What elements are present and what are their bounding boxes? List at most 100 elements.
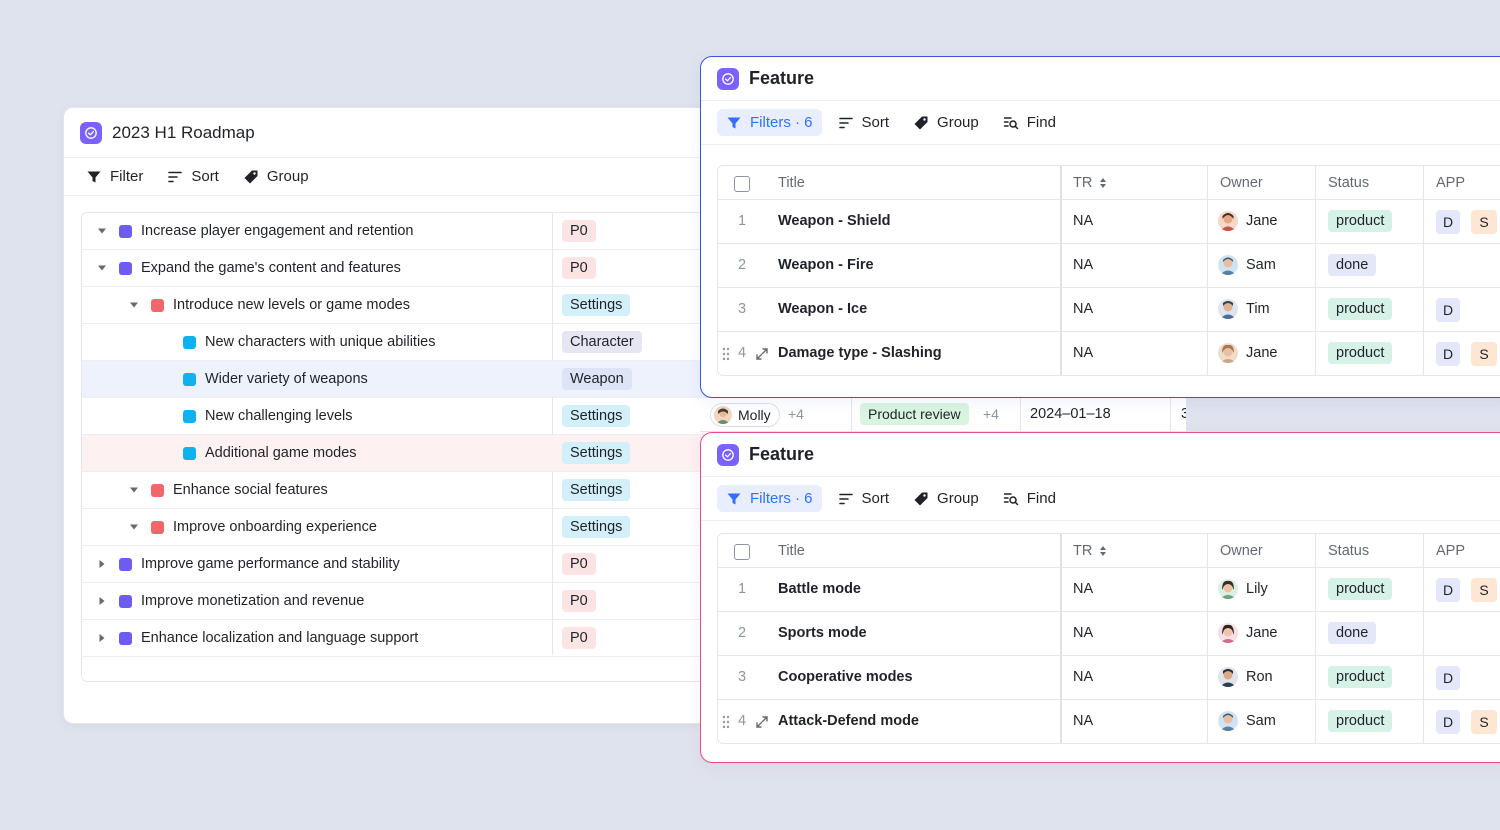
group-button[interactable]: Group xyxy=(913,490,979,507)
status-badge[interactable]: product xyxy=(1328,710,1393,732)
filters-button[interactable]: Filters · 6 xyxy=(717,485,822,512)
status-badge[interactable]: product xyxy=(1328,210,1393,232)
app-badge-d[interactable]: D xyxy=(1436,666,1460,690)
owner-cell[interactable]: Sam xyxy=(1218,255,1276,275)
filter-button[interactable]: Filter xyxy=(86,168,143,185)
table-row[interactable]: 3 Cooperative modes NA Ron product D xyxy=(718,656,1500,700)
status-badge[interactable]: product xyxy=(1328,666,1393,688)
app-badge-d[interactable]: D xyxy=(1436,210,1460,234)
status-badge[interactable]: product xyxy=(1328,342,1393,364)
column-owner[interactable]: Owner xyxy=(1220,175,1263,191)
tree-row[interactable]: New characters with unique abilities Cha… xyxy=(82,324,782,361)
background-table-row[interactable]: Molly +4 Product review +4 2024–01–18 3 xyxy=(700,398,1186,432)
drag-handle-icon[interactable] xyxy=(722,347,730,361)
column-app[interactable]: APP xyxy=(1436,543,1465,559)
find-label: Find xyxy=(1026,114,1056,131)
app-badge-s[interactable]: S xyxy=(1471,710,1497,734)
status-badge[interactable]: product xyxy=(1328,578,1393,600)
select-all-checkbox[interactable] xyxy=(734,176,750,192)
tree-row[interactable]: Expand the game's content and features P… xyxy=(82,250,782,287)
table-row[interactable]: 4 Damage type - Slashing NA Jane product… xyxy=(718,332,1500,375)
app-badge-d[interactable]: D xyxy=(1436,342,1460,366)
tree-row[interactable]: Introduce new levels or game modes Setti… xyxy=(82,287,782,324)
roadmap-tree: Increase player engagement and retention… xyxy=(81,212,782,682)
column-tr[interactable]: TR xyxy=(1073,543,1108,559)
feature-toolbar: Filters · 6 Sort Group Find xyxy=(701,101,1500,145)
group-button[interactable]: Group xyxy=(243,168,309,185)
app-badge-d[interactable]: D xyxy=(1436,298,1460,322)
owner-cell[interactable]: Lily xyxy=(1218,579,1268,599)
sort-button[interactable]: Sort xyxy=(838,114,889,131)
category-tag: Weapon xyxy=(562,368,632,390)
table-row[interactable]: 4 Attack-Defend mode NA Sam product D S xyxy=(718,700,1500,743)
select-all-checkbox[interactable] xyxy=(734,544,750,560)
caret-down-icon[interactable] xyxy=(96,225,108,237)
column-owner[interactable]: Owner xyxy=(1220,543,1263,559)
filters-button[interactable]: Filters · 6 xyxy=(717,109,822,136)
app-badge-s[interactable]: S xyxy=(1471,342,1497,366)
status-badge[interactable]: product xyxy=(1328,298,1393,320)
caret-down-icon[interactable] xyxy=(96,262,108,274)
row-label: Additional game modes xyxy=(205,445,357,461)
stage-tag: Product review xyxy=(860,403,969,425)
row-title[interactable]: Sports mode xyxy=(778,625,867,641)
row-title[interactable]: Weapon - Shield xyxy=(778,213,891,229)
tree-row[interactable]: New challenging levels Settings xyxy=(82,398,782,435)
status-badge[interactable]: done xyxy=(1328,254,1377,276)
caret-right-icon[interactable] xyxy=(96,632,108,644)
find-button[interactable]: Find xyxy=(1003,490,1056,507)
table-row[interactable]: 2 Weapon - Fire NA Sam done xyxy=(718,244,1500,288)
table-row[interactable]: 3 Weapon - Ice NA Tim product D xyxy=(718,288,1500,332)
drag-handle-icon[interactable] xyxy=(722,715,730,729)
app-badge-s[interactable]: S xyxy=(1471,210,1497,234)
column-status[interactable]: Status xyxy=(1328,543,1369,559)
tree-row[interactable]: Improve onboarding experience Settings xyxy=(82,509,782,546)
row-title[interactable]: Weapon - Ice xyxy=(778,301,867,317)
tree-row[interactable]: Wider variety of weapons Weapon xyxy=(82,361,782,398)
row-title[interactable]: Weapon - Fire xyxy=(778,257,874,273)
row-title[interactable]: Damage type - Slashing xyxy=(778,345,942,361)
app-badge-d[interactable]: D xyxy=(1436,578,1460,602)
owner-cell[interactable]: Jane xyxy=(1218,343,1277,363)
owner-cell[interactable]: Sam xyxy=(1218,711,1276,731)
expand-icon[interactable] xyxy=(755,715,769,729)
column-title[interactable]: Title xyxy=(778,175,805,191)
caret-right-icon[interactable] xyxy=(96,595,108,607)
group-button[interactable]: Group xyxy=(913,114,979,131)
tree-row[interactable]: Improve monetization and revenue P0 xyxy=(82,583,782,620)
owner-cell[interactable]: Tim xyxy=(1218,299,1270,319)
category-tag: Settings xyxy=(562,479,631,501)
caret-right-icon[interactable] xyxy=(96,558,108,570)
row-title[interactable]: Attack-Defend mode xyxy=(778,713,919,729)
column-title[interactable]: Title xyxy=(778,543,805,559)
owner-pill[interactable]: Molly xyxy=(710,403,780,427)
find-icon xyxy=(1003,492,1018,505)
column-app[interactable]: APP xyxy=(1436,175,1465,191)
tree-row[interactable]: Enhance localization and language suppor… xyxy=(82,620,782,657)
table-row[interactable]: 1 Battle mode NA Lily product D S xyxy=(718,568,1500,612)
expand-icon[interactable] xyxy=(755,347,769,361)
tree-row[interactable]: Enhance social features Settings xyxy=(82,472,782,509)
owner-cell[interactable]: Ron xyxy=(1218,667,1273,687)
table-row[interactable]: 2 Sports mode NA Jane done xyxy=(718,612,1500,656)
owner-cell[interactable]: Jane xyxy=(1218,623,1277,643)
column-tr[interactable]: TR xyxy=(1073,175,1108,191)
caret-down-icon[interactable] xyxy=(128,484,140,496)
row-title[interactable]: Cooperative modes xyxy=(778,669,913,685)
app-badge-s[interactable]: S xyxy=(1471,578,1497,602)
sort-button[interactable]: Sort xyxy=(838,490,889,507)
caret-down-icon[interactable] xyxy=(128,299,140,311)
column-status[interactable]: Status xyxy=(1328,175,1369,191)
row-title[interactable]: Battle mode xyxy=(778,581,861,597)
tree-row[interactable]: Improve game performance and stability P… xyxy=(82,546,782,583)
sort-button[interactable]: Sort xyxy=(167,168,219,185)
find-button[interactable]: Find xyxy=(1003,114,1056,131)
caret-down-icon[interactable] xyxy=(128,521,140,533)
tree-row[interactable]: Additional game modes Settings xyxy=(82,435,782,472)
status-badge[interactable]: done xyxy=(1328,622,1377,644)
tree-row[interactable]: Increase player engagement and retention… xyxy=(82,213,782,250)
row-label: Introduce new levels or game modes xyxy=(173,297,410,313)
owner-cell[interactable]: Jane xyxy=(1218,211,1277,231)
table-row[interactable]: 1 Weapon - Shield NA Jane product D S xyxy=(718,200,1500,244)
app-badge-d[interactable]: D xyxy=(1436,710,1460,734)
